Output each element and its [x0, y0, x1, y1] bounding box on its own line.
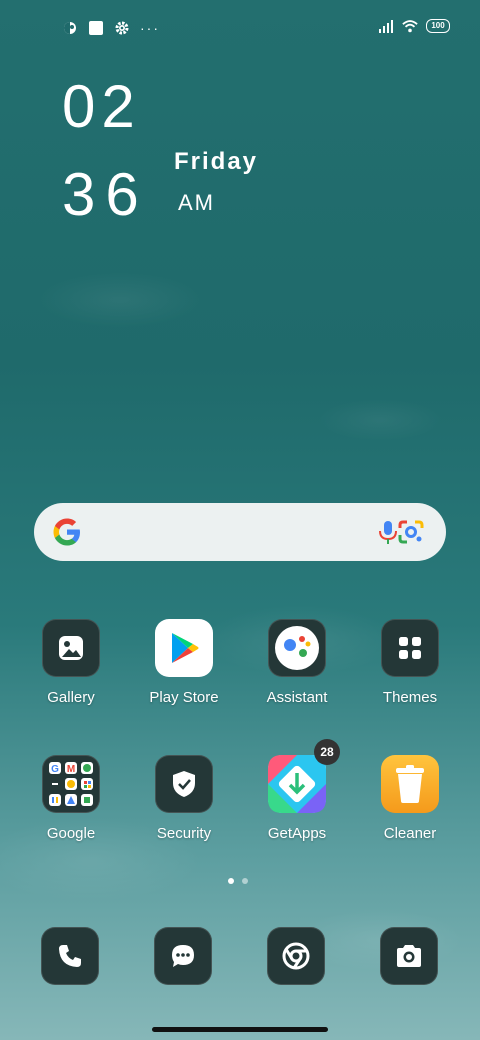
themes-icon [381, 619, 439, 677]
app-google-folder[interactable]: G M Google [21, 755, 121, 842]
signal-icon [378, 18, 394, 34]
clock-minute[interactable]: 36 [62, 160, 149, 229]
svg-text:M: M [67, 764, 75, 775]
app-label: Cleaner [383, 825, 437, 842]
app-label: Play Store [149, 689, 219, 706]
svg-text:G: G [51, 764, 59, 775]
app-label: Google [46, 825, 96, 842]
gallery-icon [42, 619, 100, 677]
app-notification-icon [62, 20, 78, 36]
clock-hour[interactable]: 02 [62, 72, 141, 141]
app-play-store[interactable]: Play Store [134, 619, 234, 706]
battery-indicator: 100 [426, 19, 450, 33]
clock-ampm[interactable]: AM [178, 190, 215, 216]
square-notification-icon [88, 20, 104, 36]
cleaner-icon [381, 755, 439, 813]
google-search-bar[interactable] [34, 503, 446, 561]
assistant-icon [268, 619, 326, 677]
app-getapps[interactable]: 28 GetApps [247, 739, 347, 842]
more-notifications-indicator: ··· [140, 20, 160, 36]
page-indicator[interactable] [228, 878, 248, 884]
dock-messages[interactable] [154, 927, 212, 985]
play-store-icon [155, 619, 213, 677]
app-themes[interactable]: Themes [360, 619, 460, 706]
chrome-icon [267, 927, 325, 985]
app-label: Gallery [47, 689, 95, 706]
status-bar: ··· 100 [0, 16, 480, 40]
app-label: Themes [382, 689, 438, 706]
dock-camera[interactable] [380, 927, 438, 985]
settings-icon [114, 20, 130, 36]
app-label: Security [156, 825, 212, 842]
google-folder-icon: G M [42, 755, 100, 813]
dock-phone[interactable] [41, 927, 99, 985]
app-label: Assistant [266, 689, 328, 706]
app-security[interactable]: Security [134, 755, 234, 842]
app-assistant[interactable]: Assistant [247, 619, 347, 706]
lens-icon[interactable] [396, 518, 426, 546]
clock-day[interactable]: Friday [174, 148, 258, 176]
app-cleaner[interactable]: Cleaner [360, 755, 460, 842]
security-icon [155, 755, 213, 813]
dock-chrome[interactable] [267, 927, 325, 985]
app-gallery[interactable]: Gallery [21, 619, 121, 706]
getapps-icon: 28 [268, 739, 340, 813]
google-icon [50, 515, 84, 549]
notification-badge: 28 [314, 739, 340, 765]
messages-icon [154, 927, 212, 985]
camera-icon [380, 927, 438, 985]
phone-icon [41, 927, 99, 985]
app-label: GetApps [267, 825, 327, 842]
page-dot[interactable] [242, 878, 248, 884]
wifi-icon [402, 18, 418, 34]
gesture-nav-handle[interactable] [152, 1027, 328, 1032]
page-dot-active[interactable] [228, 878, 234, 884]
